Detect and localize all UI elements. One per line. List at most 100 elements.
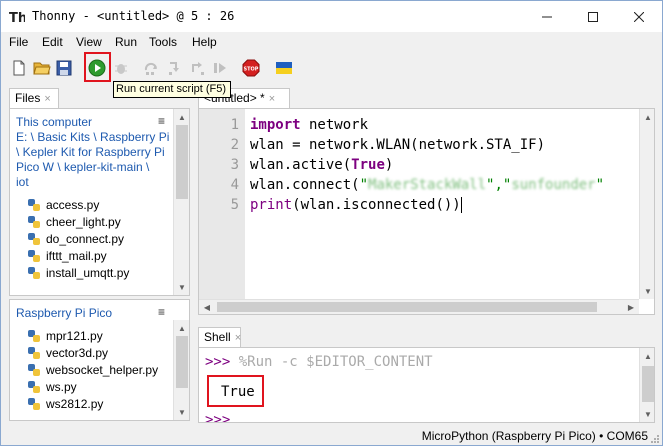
list-item[interactable]: vector3d.py bbox=[27, 344, 108, 361]
code-line[interactable]: wlan.active(True) bbox=[250, 157, 393, 173]
code-editor[interactable]: 1 2 3 4 5 import network wlan = network.… bbox=[198, 108, 655, 315]
path-line[interactable]: E: \ Basic Kits \ Raspberry Pi bbox=[16, 130, 169, 144]
scroll-down-arrow-icon[interactable]: ▼ bbox=[640, 283, 654, 299]
path-line[interactable]: Pico W \ kepler-kit-main \ bbox=[16, 160, 149, 174]
line-number: 4 bbox=[230, 177, 239, 193]
save-button[interactable] bbox=[54, 58, 74, 78]
python-file-icon bbox=[28, 346, 40, 359]
scrollbar-thumb[interactable] bbox=[217, 302, 597, 312]
code-line[interactable]: import network bbox=[250, 117, 368, 133]
list-item[interactable]: access.py bbox=[27, 196, 99, 213]
python-file-icon bbox=[28, 215, 40, 228]
list-item[interactable]: ws2812.py bbox=[27, 395, 103, 412]
maximize-icon bbox=[588, 11, 598, 22]
shell-console[interactable]: >>> %Run -c $EDITOR_CONTENT True >>> ▲ ▼ bbox=[198, 347, 655, 423]
scrollbar-thumb[interactable] bbox=[176, 125, 188, 199]
step-over-icon bbox=[144, 62, 157, 75]
list-item[interactable]: cheer_light.py bbox=[27, 213, 121, 230]
thonny-logo-icon: Th bbox=[9, 11, 25, 25]
code-text: ) bbox=[384, 157, 394, 173]
list-item[interactable]: do_connect.py bbox=[27, 230, 124, 247]
step-over-button[interactable] bbox=[142, 58, 162, 78]
menu-tools[interactable]: Tools bbox=[149, 35, 177, 49]
scroll-up-arrow-icon[interactable]: ▲ bbox=[640, 109, 654, 125]
computer-panel-scrollbar[interactable]: ▲ ▼ bbox=[173, 109, 189, 295]
scroll-up-arrow-icon[interactable]: ▲ bbox=[174, 320, 189, 336]
list-item[interactable]: ws.py bbox=[27, 378, 77, 395]
scroll-up-arrow-icon[interactable]: ▲ bbox=[640, 348, 654, 364]
pico-header[interactable]: Raspberry Pi Pico bbox=[16, 306, 112, 320]
new-file-icon bbox=[13, 60, 25, 76]
file-name: cheer_light.py bbox=[46, 214, 121, 229]
list-item[interactable]: mpr121.py bbox=[27, 327, 103, 344]
resize-grip-icon[interactable] bbox=[650, 434, 660, 444]
tab-shell[interactable]: Shell × bbox=[198, 327, 241, 347]
code-line[interactable]: print(wlan.isconnected()) bbox=[250, 197, 462, 213]
string-quote: "," bbox=[486, 177, 512, 193]
path-line[interactable]: iot bbox=[16, 175, 29, 189]
path-line[interactable]: \ Kepler Kit for Raspberry Pi bbox=[16, 145, 165, 159]
list-item[interactable]: websocket_helper.py bbox=[27, 361, 158, 378]
code-text: wlan = network.WLAN(network.STA_IF) bbox=[250, 137, 546, 153]
menu-help[interactable]: Help bbox=[192, 35, 217, 49]
close-button[interactable] bbox=[616, 1, 662, 32]
list-item[interactable]: install_umqtt.py bbox=[27, 264, 129, 281]
shell-command: %Run -c $EDITOR_CONTENT bbox=[230, 354, 433, 370]
shell-scrollbar[interactable]: ▲ ▼ bbox=[639, 348, 654, 422]
stop-button[interactable]: STOP bbox=[241, 58, 261, 78]
tab-files[interactable]: Files × bbox=[9, 88, 59, 108]
minimize-button[interactable] bbox=[524, 1, 570, 32]
menu-view[interactable]: View bbox=[76, 35, 102, 49]
menu-bar: File Edit View Run Tools Help bbox=[1, 32, 662, 52]
pico-menu-icon[interactable]: ≡ bbox=[158, 305, 165, 319]
step-out-button[interactable] bbox=[188, 58, 208, 78]
python-file-icon bbox=[28, 266, 40, 279]
scrollbar-thumb[interactable] bbox=[176, 336, 188, 388]
this-computer-header[interactable]: This computer bbox=[16, 115, 92, 129]
file-name: vector3d.py bbox=[46, 345, 109, 360]
scrollbar-thumb[interactable] bbox=[642, 366, 654, 402]
save-icon bbox=[56, 60, 72, 76]
tab-shell-close-icon[interactable]: × bbox=[235, 332, 241, 344]
scroll-down-arrow-icon[interactable]: ▼ bbox=[174, 404, 189, 420]
step-into-button[interactable] bbox=[165, 58, 185, 78]
open-file-button[interactable] bbox=[32, 58, 52, 78]
menu-edit[interactable]: Edit bbox=[42, 35, 63, 49]
tab-untitled-close-icon[interactable]: × bbox=[269, 93, 275, 105]
menu-run[interactable]: Run bbox=[115, 35, 137, 49]
string-quote: " bbox=[595, 177, 605, 193]
svg-text:Th: Th bbox=[9, 11, 25, 25]
scroll-right-arrow-icon[interactable]: ▶ bbox=[623, 299, 639, 314]
open-folder-icon bbox=[33, 62, 51, 75]
code-line[interactable]: wlan.connect("MakerStackWall","sunfounde… bbox=[250, 177, 604, 193]
resume-icon bbox=[214, 63, 226, 73]
minimize-icon bbox=[542, 16, 552, 17]
svg-text:STOP: STOP bbox=[244, 67, 259, 73]
window-title: Thonny - <untitled> @ 5 : 26 bbox=[32, 9, 235, 23]
scroll-down-arrow-icon[interactable]: ▼ bbox=[640, 406, 654, 422]
scroll-left-arrow-icon[interactable]: ◀ bbox=[199, 299, 215, 314]
code-line[interactable]: wlan = network.WLAN(network.STA_IF) bbox=[250, 137, 545, 153]
python-file-icon bbox=[28, 198, 40, 211]
ukraine-support-button[interactable] bbox=[274, 58, 294, 78]
run-tooltip: Run current script (F5) bbox=[113, 81, 231, 98]
resume-button[interactable] bbox=[210, 58, 230, 78]
pico-panel-scrollbar[interactable]: ▲ ▼ bbox=[173, 320, 189, 420]
interpreter-status[interactable]: MicroPython (Raspberry Pi Pico) • COM65 bbox=[422, 429, 648, 443]
editor-horizontal-scrollbar[interactable]: ◀ ▶ bbox=[199, 299, 639, 314]
menu-file[interactable]: File bbox=[9, 35, 28, 49]
editor-vertical-scrollbar[interactable]: ▲ ▼ bbox=[639, 109, 654, 299]
password-string-blurred: sunfounder bbox=[511, 177, 596, 193]
pico-panel: Raspberry Pi Pico ≡ mpr121.py vector3d.p… bbox=[9, 299, 190, 421]
scroll-up-arrow-icon[interactable]: ▲ bbox=[174, 109, 189, 125]
tab-files-close-icon[interactable]: × bbox=[44, 93, 50, 105]
list-item[interactable]: ifttt_mail.py bbox=[27, 247, 107, 264]
this-computer-menu-icon[interactable]: ≡ bbox=[158, 114, 165, 128]
new-file-button[interactable] bbox=[9, 58, 29, 78]
debug-button[interactable] bbox=[111, 58, 131, 78]
builtin-function: print bbox=[250, 197, 293, 213]
shell-next-prompt: >>> bbox=[205, 412, 230, 422]
maximize-button[interactable] bbox=[570, 1, 616, 32]
scroll-down-arrow-icon[interactable]: ▼ bbox=[174, 279, 189, 295]
title-bar[interactable]: Th Thonny - <untitled> @ 5 : 26 bbox=[1, 1, 662, 32]
